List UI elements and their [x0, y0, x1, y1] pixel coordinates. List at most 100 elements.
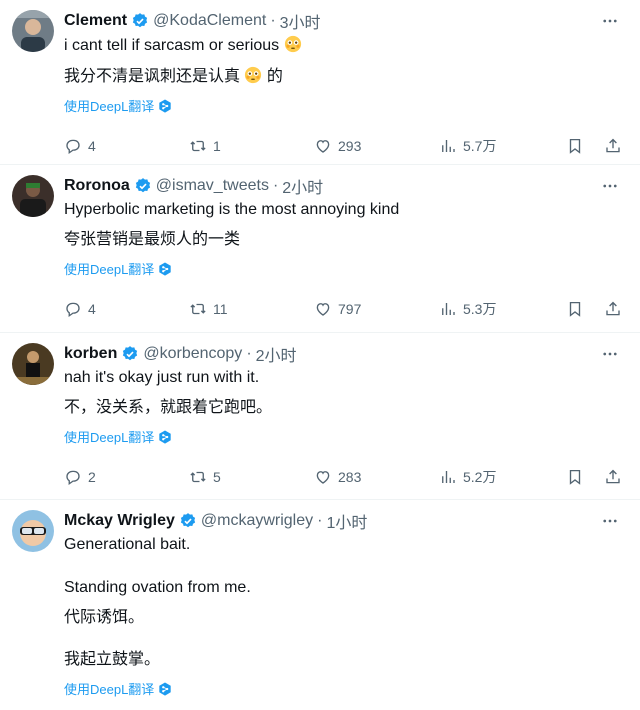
views-chart-icon — [442, 471, 455, 483]
avatar[interactable] — [12, 343, 54, 385]
like-button[interactable]: 293 — [314, 137, 374, 155]
more-options-icon[interactable] — [598, 343, 622, 365]
separator-dot: · — [272, 177, 279, 194]
author-name[interactable]: Clement — [64, 12, 127, 30]
views-button[interactable]: 5.3万 — [439, 299, 499, 319]
translate-with-deepl-link[interactable]: 使用DeepL翻译 — [64, 96, 172, 115]
reply-icon — [66, 139, 80, 155]
tweet[interactable]: Clement @KodaClement · 3小时 i cant tell i… — [0, 0, 640, 165]
deepl-icon — [158, 429, 172, 444]
like-button[interactable]: 283 — [314, 468, 374, 486]
translate-with-deepl-link[interactable]: 使用DeepL翻译 — [64, 259, 172, 278]
tweet-actions: 4 1 293 5.7万 — [64, 124, 624, 168]
author-handle[interactable]: @ismav_tweets — [156, 177, 269, 195]
verified-badge-icon — [121, 345, 139, 363]
tweet-actions: 2 5 283 5.2万 — [64, 455, 624, 499]
bookmark-icon[interactable] — [564, 466, 586, 488]
reply-button[interactable]: 2 — [64, 468, 124, 486]
translated-text: 我分不清是讽刺还是认真 的 — [64, 66, 624, 87]
reply-icon — [66, 302, 80, 318]
tweet-text: i cant tell if sarcasm or serious — [64, 35, 624, 56]
share-icon[interactable] — [602, 135, 624, 157]
more-options-icon[interactable] — [598, 10, 622, 32]
retweet-count: 5 — [213, 469, 221, 485]
more-options-icon[interactable] — [598, 510, 622, 532]
separator-dot: · — [270, 12, 276, 29]
bookmark-icon[interactable] — [564, 135, 586, 157]
heart-icon — [316, 140, 330, 153]
translate-with-deepl-link[interactable]: 使用DeepL翻译 — [64, 427, 172, 446]
share-icon[interactable] — [602, 298, 624, 320]
tweet[interactable]: korben @korbencopy · 2小时 nah it's okay j… — [0, 333, 640, 500]
like-count: 797 — [338, 301, 362, 317]
verified-badge-icon — [179, 512, 197, 530]
author-name[interactable]: korben — [64, 345, 117, 363]
reply-icon — [66, 470, 80, 486]
share-icon[interactable] — [602, 466, 624, 488]
tweet-header: Mckay Wrigley @mckaywrigley · 1小时 — [64, 510, 624, 532]
deepl-icon — [158, 98, 172, 113]
author-name[interactable]: Mckay Wrigley — [64, 512, 175, 530]
tweet-text-zh: 代际诱饵。 — [64, 609, 145, 626]
tweet-text-zh-2: 我起立鼓掌。 — [64, 651, 161, 668]
retweet-button[interactable]: 1 — [189, 137, 249, 155]
translate-with-deepl-link[interactable]: 使用DeepL翻译 — [64, 679, 172, 698]
retweet-count: 11 — [213, 301, 228, 317]
translate-label: 使用DeepL翻译 — [64, 682, 155, 697]
separator-dot: · — [317, 512, 323, 529]
tweet-text-zh: 夸张营销是最烦人的一类 — [64, 231, 241, 248]
like-button[interactable]: 797 — [314, 300, 374, 318]
flushed-face-emoji-icon — [244, 66, 262, 84]
reply-button[interactable]: 4 — [64, 137, 124, 155]
tweet-time[interactable]: 2小时 — [282, 174, 323, 198]
author-handle[interactable]: @korbencopy — [143, 345, 242, 363]
reply-count: 4 — [88, 138, 96, 154]
bookmark-icon[interactable] — [564, 298, 586, 320]
tweet-text-en: Hyperbolic marketing is the most annoyin… — [64, 201, 400, 218]
tweet-text-en-2: Standing ovation from me. — [64, 579, 251, 596]
translate-label: 使用DeepL翻译 — [64, 430, 155, 445]
tweet[interactable]: Roronoa @ismav_tweets · 2小时 Hyperbolic m… — [0, 165, 640, 333]
tweet-text-zh: 不，没关系，就跟着它跑吧。 — [64, 399, 273, 416]
tweet-text-zh: 我分不清是讽刺还是认真 — [64, 68, 241, 85]
retweet-icon — [190, 140, 206, 152]
tweet-actions: 4 11 797 5.3万 — [64, 287, 624, 331]
deepl-icon — [158, 681, 172, 696]
tweet-header: Roronoa @ismav_tweets · 2小时 — [64, 175, 624, 197]
author-handle[interactable]: @KodaClement — [153, 12, 266, 30]
translate-label: 使用DeepL翻译 — [64, 99, 155, 114]
tweet-time[interactable]: 3小时 — [280, 9, 321, 33]
verified-badge-icon — [134, 177, 152, 195]
author-handle[interactable]: @mckaywrigley — [201, 512, 313, 530]
views-button[interactable]: 5.7万 — [439, 136, 499, 156]
tweet-time[interactable]: 1小时 — [326, 509, 367, 533]
tweet-header: Clement @KodaClement · 3小时 — [64, 10, 624, 32]
deepl-icon — [158, 261, 172, 276]
avatar[interactable] — [12, 10, 54, 52]
tweet[interactable]: Mckay Wrigley @mckaywrigley · 1小时 Genera… — [0, 500, 640, 710]
retweet-button[interactable]: 11 — [189, 300, 249, 318]
tweet-text-zh-suffix: 的 — [266, 68, 283, 85]
views-count: 5.3万 — [463, 301, 497, 317]
tweet-time[interactable]: 2小时 — [256, 342, 297, 366]
flushed-face-emoji-icon — [284, 35, 302, 53]
tweet-text-en: i cant tell if sarcasm or serious — [64, 37, 280, 54]
author-name[interactable]: Roronoa — [64, 177, 130, 195]
tweet-secondary-actions — [564, 466, 624, 488]
views-button[interactable]: 5.2万 — [439, 467, 499, 487]
verified-badge-icon — [131, 12, 149, 30]
avatar[interactable] — [12, 175, 54, 217]
avatar[interactable] — [12, 510, 54, 552]
tweet-text-en: Generational bait. — [64, 536, 191, 553]
retweet-icon — [190, 471, 206, 483]
tweet-secondary-actions — [564, 298, 624, 320]
more-options-icon[interactable] — [598, 175, 622, 197]
reply-button[interactable]: 4 — [64, 300, 124, 318]
retweet-icon — [190, 303, 206, 315]
tweet-header: korben @korbencopy · 2小时 — [64, 343, 624, 365]
retweet-button[interactable]: 5 — [189, 468, 249, 486]
separator-dot: · — [246, 345, 252, 362]
tweet-secondary-actions — [564, 135, 624, 157]
retweet-count: 1 — [213, 138, 221, 154]
like-count: 283 — [338, 469, 362, 485]
